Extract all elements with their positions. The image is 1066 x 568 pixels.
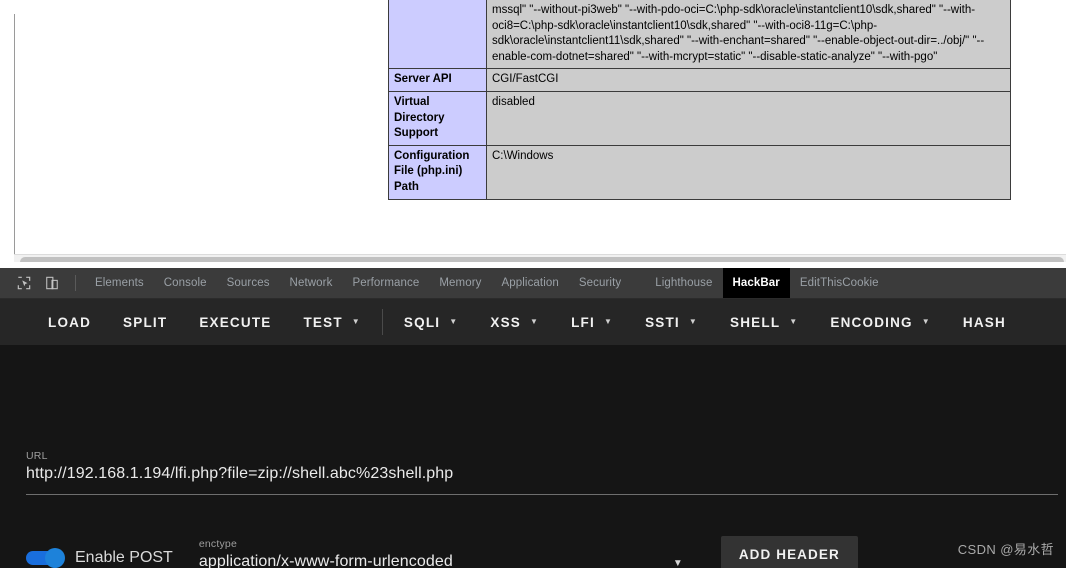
table-row: mssql" "--without-pi3web" "--with-pdo-oc… xyxy=(388,0,1011,70)
hackbar-lfi-menu[interactable]: LFI ▼ xyxy=(555,315,629,330)
hackbar-hash-menu[interactable]: HASH xyxy=(947,315,1022,330)
enable-post-label: Enable POST xyxy=(75,549,173,566)
devtools-tabbar: Elements Console Sources Network Perform… xyxy=(0,268,1066,299)
phpinfo-page: mssql" "--without-pi3web" "--with-pdo-oc… xyxy=(0,0,1066,262)
hackbar-split-button[interactable]: SPLIT xyxy=(107,315,183,330)
chevron-down-icon: ▼ xyxy=(449,317,459,326)
devtools-panel: Elements Console Sources Network Perform… xyxy=(0,268,1066,568)
toggle-track[interactable] xyxy=(26,548,65,568)
button-label: XSS xyxy=(490,314,521,330)
button-label: ENCODING xyxy=(830,314,913,330)
chevron-down-icon: ▼ xyxy=(921,317,931,326)
hackbar-toolbar: LOAD SPLIT EXECUTE TEST ▼ SQLI ▼ XSS ▼ L… xyxy=(0,299,1066,345)
table-cell-key xyxy=(388,0,487,70)
chevron-down-icon: ▼ xyxy=(529,317,540,326)
button-label: SQLI xyxy=(403,314,441,330)
phpinfo-table: mssql" "--without-pi3web" "--with-pdo-oc… xyxy=(388,0,1011,200)
table-cell-value: C:\Windows xyxy=(486,144,1011,200)
chevron-down-icon: ▼ xyxy=(603,317,614,326)
post-options-row: Enable POST enctype application/x-www-fo… xyxy=(26,527,1046,568)
screenshot-root: mssql" "--without-pi3web" "--with-pdo-oc… xyxy=(0,0,1066,568)
hackbar-shell-menu[interactable]: SHELL ▼ xyxy=(714,315,814,330)
table-cell-key: Configuration File (php.ini) Path xyxy=(388,144,487,200)
enctype-select[interactable]: enctype application/x-www-form-urlencode… xyxy=(199,538,695,568)
tab-security[interactable]: Security xyxy=(569,268,631,298)
enctype-value[interactable]: application/x-www-form-urlencoded xyxy=(199,551,695,568)
table-cell-value: disabled xyxy=(486,90,1011,146)
hackbar-load-button[interactable]: LOAD xyxy=(32,315,107,330)
button-label: LOAD xyxy=(48,314,92,330)
hackbar-execute-button[interactable]: EXECUTE xyxy=(183,315,287,330)
tab-sources[interactable]: Sources xyxy=(217,268,280,298)
button-label: EXECUTE xyxy=(199,314,272,330)
url-input[interactable]: http://192.168.1.194/lfi.php?file=zip://… xyxy=(26,463,1058,485)
toolbar-divider xyxy=(381,309,383,335)
tab-memory[interactable]: Memory xyxy=(429,268,491,298)
button-label: HASH xyxy=(962,314,1006,330)
tab-application[interactable]: Application xyxy=(492,268,569,298)
device-toolbar-icon[interactable] xyxy=(38,268,66,298)
url-input-underline xyxy=(26,494,1058,495)
page-horizontal-scrollbar[interactable] xyxy=(14,254,1066,262)
url-field[interactable]: URL http://192.168.1.194/lfi.php?file=zi… xyxy=(26,450,1058,485)
chevron-down-icon: ▼ xyxy=(688,317,699,326)
page-content-left-edge xyxy=(14,14,15,254)
hackbar-sqli-menu[interactable]: SQLI ▼ xyxy=(388,315,474,330)
tab-network[interactable]: Network xyxy=(280,268,343,298)
chevron-down-icon: ▼ xyxy=(351,317,361,326)
inspect-element-icon[interactable] xyxy=(10,268,38,298)
scrollbar-thumb[interactable] xyxy=(20,257,1064,262)
tab-console[interactable]: Console xyxy=(154,268,217,298)
tab-editthiscookie[interactable]: EditThisCookie xyxy=(790,268,889,298)
hackbar-form: URL http://192.168.1.194/lfi.php?file=zi… xyxy=(0,345,1066,568)
table-cell-key: Server API xyxy=(388,68,487,92)
url-label: URL xyxy=(26,450,48,462)
button-label: SHELL xyxy=(730,314,781,330)
hackbar-ssti-menu[interactable]: SSTI ▼ xyxy=(629,315,714,330)
button-label: TEST xyxy=(303,314,343,330)
table-row: Virtual Directory Support disabled xyxy=(388,90,1011,146)
table-cell-key: Virtual Directory Support xyxy=(388,90,487,146)
enctype-label: enctype xyxy=(198,538,238,550)
toolbar-divider xyxy=(75,275,76,291)
tab-elements[interactable]: Elements xyxy=(85,268,154,298)
button-label: SSTI xyxy=(645,314,680,330)
hackbar-test-menu[interactable]: TEST ▼ xyxy=(287,315,376,330)
table-row: Configuration File (php.ini) Path C:\Win… xyxy=(388,144,1011,200)
chevron-down-icon: ▼ xyxy=(789,317,799,326)
table-cell-value: CGI/FastCGI xyxy=(486,68,1011,92)
button-label: LFI xyxy=(571,314,595,330)
toggle-knob[interactable] xyxy=(45,548,65,568)
add-header-button[interactable]: ADD HEADER xyxy=(720,536,858,568)
hackbar-xss-menu[interactable]: XSS ▼ xyxy=(474,315,555,330)
watermark: CSDN @易水哲 xyxy=(957,542,1054,557)
chevron-down-icon[interactable]: ▼ xyxy=(673,558,683,568)
tab-hackbar[interactable]: HackBar xyxy=(722,268,790,298)
enable-post-toggle[interactable]: Enable POST xyxy=(26,543,173,568)
tab-lighthouse[interactable]: Lighthouse xyxy=(645,268,722,298)
table-row: Server API CGI/FastCGI xyxy=(388,68,1011,92)
hackbar-encoding-menu[interactable]: ENCODING ▼ xyxy=(814,315,946,330)
tab-performance[interactable]: Performance xyxy=(342,268,429,298)
table-cell-value: mssql" "--without-pi3web" "--with-pdo-oc… xyxy=(486,0,1011,70)
button-label: SPLIT xyxy=(123,314,168,330)
